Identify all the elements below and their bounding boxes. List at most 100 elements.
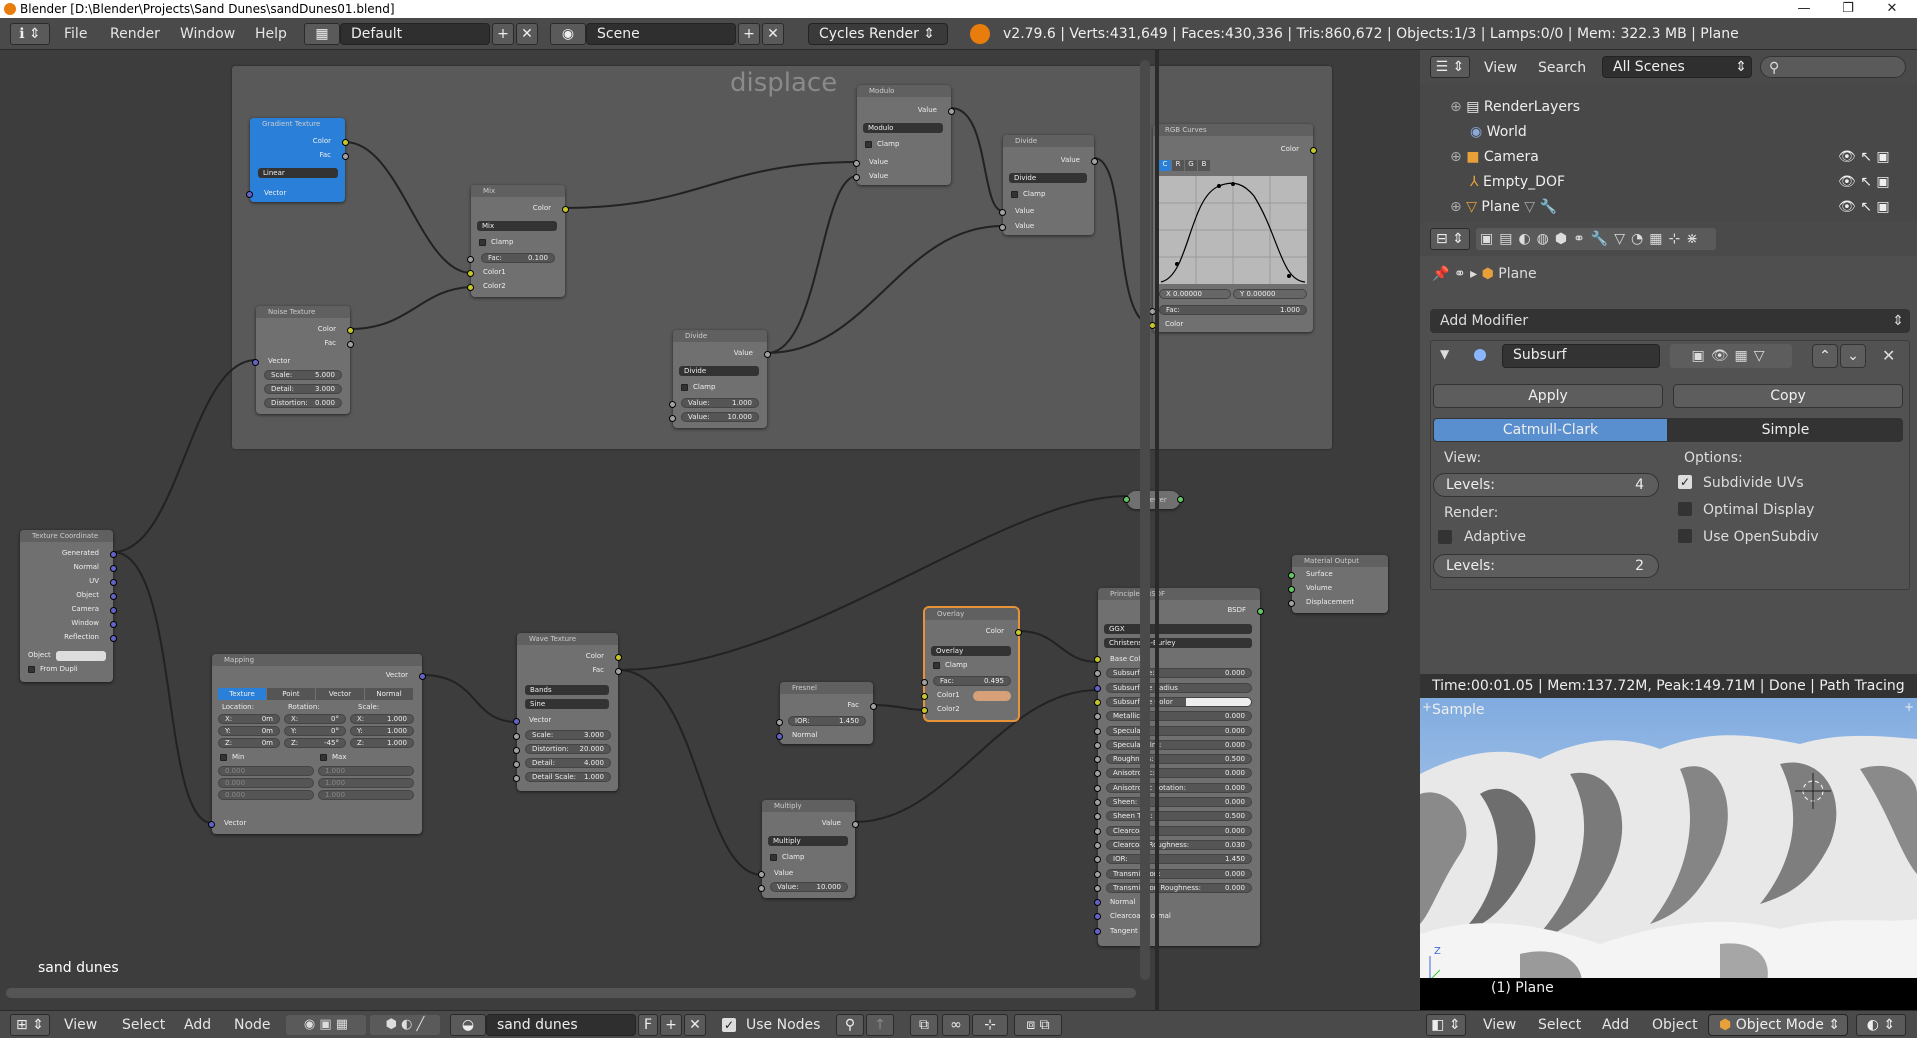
socket[interactable] bbox=[615, 654, 622, 661]
wave-type-select[interactable]: Bands bbox=[525, 685, 609, 695]
value-field[interactable]: Value: 1.000 bbox=[681, 398, 759, 408]
menu-add[interactable]: Add bbox=[184, 1017, 211, 1033]
node-editor-vscrollbar[interactable] bbox=[1140, 60, 1150, 980]
socket[interactable] bbox=[347, 327, 354, 334]
socket[interactable] bbox=[1094, 813, 1101, 821]
socket[interactable] bbox=[419, 673, 426, 680]
overlay-fac-field[interactable]: Fac: 0.495 bbox=[933, 676, 1011, 686]
snap-mode-icon[interactable]: ⊹ bbox=[972, 1014, 1008, 1036]
new-material-button[interactable]: + bbox=[660, 1014, 682, 1036]
socket[interactable] bbox=[1094, 841, 1101, 849]
socket[interactable] bbox=[999, 224, 1006, 231]
socket[interactable] bbox=[1257, 608, 1264, 615]
socket[interactable] bbox=[562, 206, 569, 213]
curve-tab-b[interactable]: B bbox=[1198, 160, 1210, 171]
socket[interactable] bbox=[110, 551, 117, 558]
min-checkbox[interactable] bbox=[220, 754, 227, 761]
wave-profile-select[interactable]: Sine bbox=[525, 699, 609, 709]
socket[interactable] bbox=[1094, 884, 1101, 892]
shader-type-buttons[interactable]: ◉ ▣ ▦ bbox=[286, 1015, 366, 1035]
clamp-checkbox[interactable] bbox=[770, 854, 777, 861]
node-multiply[interactable]: Multiply Value Multiply Clamp Value Valu… bbox=[758, 800, 859, 898]
socket[interactable] bbox=[1094, 784, 1101, 792]
3d-viewport[interactable] bbox=[1420, 674, 1917, 1009]
editor-type-button[interactable]: ⊞ ⇕ bbox=[10, 1014, 50, 1036]
simple-button[interactable]: Simple bbox=[1668, 418, 1903, 442]
socket[interactable] bbox=[948, 108, 955, 115]
mapping-tab-normal[interactable]: Normal bbox=[365, 688, 413, 700]
bsdf-field-6[interactable]: Specular Tint: 0.000 bbox=[1106, 739, 1252, 750]
socket[interactable] bbox=[921, 679, 928, 686]
pin-icon[interactable]: 📌 bbox=[1432, 266, 1449, 282]
close-button[interactable]: ✕ bbox=[1872, 0, 1912, 18]
material-browse-icon[interactable]: ◒ bbox=[450, 1014, 486, 1036]
node-fresnel[interactable]: Fresnel Fac IOR: 1.450 Normal bbox=[776, 682, 877, 744]
clamp-checkbox[interactable] bbox=[681, 384, 688, 391]
maximize-button[interactable]: ❐ bbox=[1828, 0, 1868, 18]
socket[interactable] bbox=[776, 733, 783, 740]
mapping-tab-point[interactable]: Point bbox=[267, 688, 315, 700]
shader-object-buttons[interactable]: ⬢ ◐ ╱ bbox=[370, 1015, 440, 1035]
bsdf-field-8[interactable]: Anisotropic: 0.000 bbox=[1106, 768, 1252, 779]
gradient-type-select[interactable]: Linear bbox=[258, 168, 338, 178]
value-field[interactable]: Value: 10.000 bbox=[681, 412, 759, 422]
socket[interactable] bbox=[1288, 586, 1295, 593]
adaptive-checkbox[interactable] bbox=[1438, 530, 1452, 544]
outliner-editor-type[interactable]: ☰ ⇕ bbox=[1430, 56, 1470, 78]
socket[interactable] bbox=[758, 885, 765, 892]
mapping-tab-texture[interactable]: Texture bbox=[218, 688, 266, 700]
fake-user-button[interactable]: F bbox=[638, 1014, 658, 1036]
node-viewer[interactable]: Viewer bbox=[1123, 491, 1184, 509]
material-name-field[interactable]: sand dunes bbox=[486, 1014, 636, 1036]
move-up-button[interactable]: ⌃ bbox=[1812, 344, 1838, 368]
outliner-item-camera[interactable]: ⊕ ■ Camera 👁 ↖ ▣ bbox=[1450, 146, 1910, 168]
socket[interactable] bbox=[853, 160, 860, 167]
node-mix[interactable]: Mix Color Mix Clamp Fac: 0.100 Color1 Col… bbox=[467, 185, 569, 297]
node-divide[interactable]: Divide Value Divide Clamp Value: 1.000 Va… bbox=[669, 330, 771, 428]
location-z-field[interactable]: Z: 0m bbox=[218, 738, 280, 748]
node-rgb-curves[interactable]: RGB Curves Color C R G B X 0.00000 Y 0.0… bbox=[1149, 124, 1317, 332]
outliner-item-renderlayers[interactable]: ⊕ ▤ RenderLayers bbox=[1450, 96, 1910, 118]
socket[interactable] bbox=[1094, 899, 1101, 907]
unlink-material-button[interactable]: ✕ bbox=[684, 1014, 706, 1036]
curve-y-field[interactable]: Y 0.00000 bbox=[1233, 289, 1307, 299]
socket[interactable] bbox=[921, 693, 928, 700]
node-divide-2[interactable]: Divide Value Divide Clamp Value Value bbox=[999, 135, 1098, 235]
bsdf-field-1[interactable]: Subsurface: 0.000 bbox=[1106, 668, 1252, 679]
socket[interactable] bbox=[1177, 496, 1184, 503]
bsdf-field-11[interactable]: Sheen Tint: 0.500 bbox=[1106, 811, 1252, 822]
add-modifier-button[interactable]: Add Modifier ⇕ bbox=[1430, 309, 1910, 333]
use-opensubdiv-checkbox[interactable] bbox=[1678, 529, 1692, 543]
socket[interactable] bbox=[513, 775, 520, 782]
node-gradient-texture[interactable]: Gradient Texture Color Fac Linear Vector bbox=[246, 118, 349, 202]
3d-menu-object[interactable]: Object bbox=[1652, 1017, 1698, 1033]
visibility-icons[interactable]: 👁 ↖ ▣ bbox=[1838, 171, 1890, 193]
socket[interactable] bbox=[1094, 727, 1101, 735]
link-icon[interactable]: ∞ bbox=[942, 1014, 970, 1036]
socket[interactable] bbox=[1094, 799, 1101, 806]
scale-x-field[interactable]: X: 1.000 bbox=[350, 714, 414, 724]
node-texture-coordinate[interactable]: Texture Coordinate Generated Normal UV O… bbox=[20, 530, 117, 682]
move-down-button[interactable]: ⌄ bbox=[1840, 344, 1866, 368]
location-x-field[interactable]: X: 0m bbox=[218, 714, 280, 724]
menu-node[interactable]: Node bbox=[234, 1017, 271, 1033]
socket[interactable] bbox=[1094, 741, 1101, 749]
socket[interactable] bbox=[1094, 698, 1101, 706]
3d-menu-view[interactable]: View bbox=[1483, 1017, 1516, 1033]
math-operation-select[interactable]: Divide bbox=[1009, 173, 1087, 183]
max-checkbox[interactable] bbox=[320, 754, 327, 761]
clamp-checkbox[interactable] bbox=[865, 141, 872, 148]
pin-icon[interactable]: ⚲ bbox=[836, 1014, 864, 1036]
shading-select[interactable]: ◐ ⇕ bbox=[1856, 1014, 1906, 1036]
socket[interactable] bbox=[1094, 684, 1101, 692]
bsdf-field-2[interactable]: Subsurface Radius bbox=[1106, 682, 1252, 693]
wave-detail-field[interactable]: Detail: 4.000 bbox=[525, 758, 611, 768]
socket[interactable] bbox=[110, 565, 117, 572]
bsdf-field-9[interactable]: Anisotropic Rotation: 0.000 bbox=[1106, 782, 1252, 793]
node-mapping[interactable]: Mapping Vector Texture Point Vector Norm… bbox=[208, 654, 426, 834]
subsurface-method-select[interactable]: Christensen-Burley bbox=[1104, 638, 1252, 648]
socket[interactable] bbox=[513, 718, 520, 725]
socket[interactable] bbox=[669, 415, 676, 422]
socket[interactable] bbox=[669, 401, 676, 408]
from-dupli-checkbox[interactable] bbox=[28, 666, 35, 673]
